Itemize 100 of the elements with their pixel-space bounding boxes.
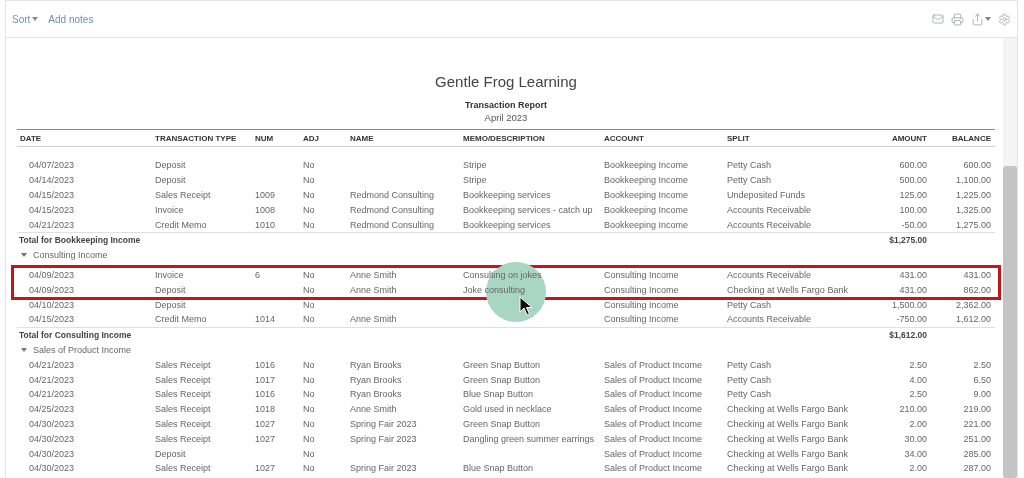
table-cell-text: Dangling green summer earrings bbox=[462, 433, 595, 444]
table-cell-text: 04/15/2023 bbox=[28, 204, 75, 215]
expand-caret-icon[interactable] bbox=[21, 253, 27, 258]
table-cell-text: Checking at Wells Fargo Bank bbox=[726, 463, 848, 474]
table-cell-text: Bookkeeping Income bbox=[603, 190, 689, 200]
table-cell-text: 1008 bbox=[254, 204, 276, 215]
export-button[interactable] bbox=[971, 12, 991, 26]
table-cell-text: 600.00 bbox=[962, 160, 992, 171]
table-cell-text: Checking at Wells Fargo Bank bbox=[726, 284, 848, 295]
column-header[interactable]: AMOUNT bbox=[853, 133, 931, 143]
add-notes-link[interactable]: Add notes bbox=[48, 13, 94, 25]
table-cell-text: No bbox=[302, 404, 315, 415]
table-cell-text: 1,325.00 bbox=[954, 204, 992, 215]
table-row[interactable]: 04/15/2023 Sales Receipt 1009 No Redmond Consulting Bookkeeping services Bookkeeping Income Undeposited Funds 125.00 1,225.00 bbox=[17, 187, 995, 203]
table-row[interactable]: 04/10/2023 Deposit No Consulting Income Petty Cash 1,500.00 2,362.00 bbox=[17, 297, 995, 312]
table-row[interactable]: 04/30/2023 Sales Receipt 1027 No Spring Fair 2023 Blue Snap Button Sales of Product Income Checking at Wells Fargo Bank 2.00 287.00 bbox=[17, 460, 995, 476]
table-row[interactable]: 04/15/2023 Credit Memo 1014 No Anne Smith Consulting Income Accounts Receivable -750.00 1,612.00 bbox=[17, 311, 995, 328]
column-header[interactable]: TRANSACTION TYPE bbox=[152, 133, 252, 143]
table-cell-text: Consulting Income bbox=[603, 299, 679, 310]
table-cell-text: 1017 bbox=[254, 374, 276, 385]
table-cell-text: Stripe bbox=[462, 175, 487, 186]
table-row[interactable]: 04/21/2023 Sales Receipt 1017 No Ryan Brooks Green Snap Button Sales of Product Income Petty Cash 4.00 6.50 bbox=[17, 372, 995, 387]
table-cell-text: 431.00 bbox=[898, 269, 928, 280]
table-cell-text: Sales of Product Income bbox=[603, 359, 703, 370]
table-cell-text: 04/30/2023 bbox=[28, 418, 75, 429]
table-cell-text: Accounts Receivable bbox=[726, 204, 812, 215]
table-cell-text: Petty Cash bbox=[726, 359, 772, 370]
table-cell-text: Bookkeeping Income bbox=[603, 219, 689, 230]
table-cell-text: 04/14/2023 bbox=[28, 175, 75, 186]
table-cell-text: Petty Cash bbox=[726, 299, 772, 310]
column-header[interactable]: ADJ bbox=[300, 133, 347, 143]
table-cell-text: 1027 bbox=[254, 418, 276, 429]
table-cell-text: Sales of Product Income bbox=[603, 389, 703, 400]
column-header[interactable]: BALANCE bbox=[931, 133, 995, 143]
table-cell-text: 04/30/2023 bbox=[28, 463, 75, 474]
scrollbar[interactable] bbox=[1003, 38, 1017, 478]
table-row[interactable]: 04/07/2023 Deposit No Stripe Bookkeeping Income Petty Cash 600.00 600.00 bbox=[17, 158, 995, 173]
table-row[interactable]: 04/30/2023 Sales Receipt 1027 No Spring Fair 2023 Dangling green summer earrings Sales of Product Income Checking at Wells Fargo Bank 30.00 251.00 bbox=[17, 431, 995, 447]
table-cell-text: 04/21/2023 bbox=[28, 219, 75, 230]
caret-icon bbox=[32, 17, 39, 21]
sort-dropdown[interactable]: Sort bbox=[12, 13, 39, 25]
table-row[interactable]: 04/21/2023 Sales Receipt 1016 No Ryan Brooks Blue Snap Button Sales of Product Income Petty Cash 2.50 9.00 bbox=[17, 386, 995, 402]
table-cell-text: 9.00 bbox=[972, 389, 992, 400]
table-cell-text: Spring Fair 2023 bbox=[349, 418, 417, 429]
table-cell-text: Anne Smith bbox=[349, 314, 397, 325]
table-cell-text: 251.00 bbox=[962, 433, 992, 444]
table-cell-text: Bookkeeping Income bbox=[603, 160, 689, 171]
column-header[interactable]: SPLIT bbox=[724, 133, 853, 143]
table-cell-text: 1027 bbox=[254, 463, 276, 474]
table-row[interactable]: 04/30/2023 Sales Receipt 1027 No Spring Fair 2023 Green Snap Button Sales of Product Income Checking at Wells Fargo Bank 2.00 221.00 bbox=[17, 416, 995, 432]
table-cell-text: Bookkeeping Income bbox=[603, 204, 689, 215]
settings-icon[interactable] bbox=[998, 12, 1011, 26]
table-cell-text: 500.00 bbox=[898, 175, 928, 186]
table-row[interactable]: 04/14/2023 Deposit No Stripe Bookkeeping Income Petty Cash 500.00 1,100.00 bbox=[17, 172, 995, 188]
table-cell-text: 100.00 bbox=[898, 204, 928, 215]
table-cell-text: Petty Cash bbox=[726, 374, 772, 385]
mail-icon[interactable] bbox=[932, 13, 944, 25]
table-cell-text: Consulting Income bbox=[603, 269, 679, 280]
column-header[interactable]: MEMO/DESCRIPTION bbox=[460, 133, 601, 143]
table-cell-text: 1018 bbox=[254, 404, 276, 415]
table-cell-text: Blue Snap Button bbox=[462, 389, 534, 400]
table-cell-text: Sales Receipt bbox=[154, 404, 211, 415]
expand-caret-icon[interactable] bbox=[21, 347, 27, 352]
table-cell-text: Sales Receipt bbox=[154, 463, 211, 474]
table-row[interactable]: 04/21/2023 Sales Receipt 1016 No Ryan Brooks Green Snap Button Sales of Product Income Petty Cash 2.50 2.50 bbox=[17, 357, 995, 373]
table-cell-text: Spring Fair 2023 bbox=[349, 433, 417, 444]
column-header[interactable]: NUM bbox=[252, 133, 300, 143]
table-cell-text: Green Snap Button bbox=[462, 374, 541, 385]
table-row[interactable]: 04/15/2023 Invoice 1008 No Redmond Consulting Bookkeeping services - catch up Bookkeeping Income Accounts Receivable 100.00 1,325.00 bbox=[17, 202, 995, 218]
table-cell-text: Ryan Brooks bbox=[349, 359, 402, 370]
table-cell-text: Invoice bbox=[154, 269, 184, 280]
table-cell-text: Green Snap Button bbox=[462, 418, 541, 429]
column-header[interactable]: NAME bbox=[347, 133, 460, 143]
table-cell-text: Sales of Product Income bbox=[603, 404, 703, 415]
table-cell-text: 431.00 bbox=[898, 284, 928, 295]
table-cell-text: No bbox=[302, 418, 315, 429]
table-cell-text: Blue Snap Button bbox=[462, 463, 534, 474]
table-cell-text: 04/10/2023 bbox=[28, 299, 75, 310]
table-cell-text: 04/21/2023 bbox=[28, 359, 75, 370]
table-cell-text: Sales of Product Income bbox=[603, 463, 703, 474]
column-header[interactable]: ACCOUNT bbox=[601, 133, 724, 143]
table-cell-text: 1,100.00 bbox=[954, 175, 992, 186]
table-cell-text: Credit Memo bbox=[154, 219, 207, 230]
column-header[interactable]: DATE bbox=[17, 133, 152, 143]
table-cell-text: Redmond Consulting bbox=[349, 204, 435, 215]
table-cell-text: 30.00 bbox=[903, 433, 928, 444]
table-cell-text: Checking at Wells Fargo Bank bbox=[726, 404, 848, 415]
table-cell-text: 2.50 bbox=[908, 389, 928, 400]
table-row[interactable]: 04/25/2023 Sales Receipt 1018 No Anne Smith Gold used in necklace Sales of Product Income Checking at Wells Fargo Bank 210.00 219.00 bbox=[17, 401, 995, 417]
table-cell-text: 431.00 bbox=[962, 269, 992, 280]
report-title: Transaction Report bbox=[465, 100, 547, 110]
table-row[interactable]: 04/21/2023 Credit Memo 1010 No Redmond Consulting Bookkeeping services Bookkeeping Income Accounts Receivable -50.00 1,275.00 bbox=[17, 217, 995, 233]
table-row[interactable]: 04/30/2023 Deposit No Sales of Product Income Checking at Wells Fargo Bank 34.00 285.00 bbox=[17, 446, 995, 461]
company-name: Gentle Frog Learning bbox=[435, 73, 577, 90]
table-cell-text: No bbox=[302, 359, 315, 370]
table-cell-text: No bbox=[302, 175, 315, 186]
total-label: Total for Bookkeeping Income bbox=[18, 235, 142, 246]
table-cell-text: -50.00 bbox=[900, 219, 928, 230]
table-cell-text: 1009 bbox=[254, 190, 276, 200]
printer-icon[interactable] bbox=[951, 12, 964, 26]
